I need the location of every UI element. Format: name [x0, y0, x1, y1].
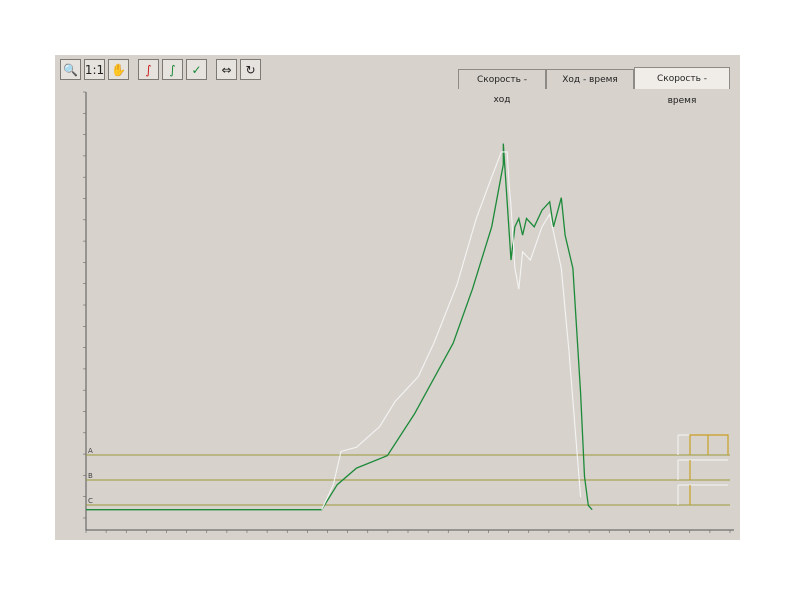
tab-0[interactable]: Скорость - ход	[458, 69, 546, 105]
pulse-markers	[689, 434, 729, 505]
series-white	[321, 151, 582, 510]
curve-check-button[interactable]: ✓	[186, 59, 207, 80]
curve-blue-icon: ∫	[169, 62, 176, 77]
level-marker	[677, 434, 728, 455]
refresh-icon: ↻	[245, 62, 256, 77]
level-label-C: C	[88, 497, 93, 505]
tab-1[interactable]: Ход - время	[546, 69, 634, 89]
scale-1-1-button[interactable]: 1:1	[84, 59, 105, 80]
speed-time-chart: A B C	[83, 91, 734, 533]
axes	[85, 92, 734, 531]
curve-blue-button[interactable]: ∫	[162, 59, 183, 80]
level-marker	[677, 484, 728, 505]
zoom-tool-button[interactable]: 🔍	[60, 59, 81, 80]
curve-red-icon: ∫	[145, 62, 152, 77]
zoom-tool-icon: 🔍	[63, 62, 78, 77]
level-label-A: A	[88, 447, 93, 455]
app-window: 🔍 1:1 ✋ ∫ ∫ ✓ ⇔ ↻ Скорость - ход Ход - время Скор…	[55, 55, 740, 540]
refresh-button[interactable]: ↻	[240, 59, 261, 80]
overlay-button[interactable]: ⇔	[216, 59, 237, 80]
tab-2[interactable]: Скорость - время	[634, 67, 730, 106]
toolbar: 🔍 1:1 ✋ ∫ ∫ ✓ ⇔ ↻	[60, 59, 261, 83]
curve-check-icon: ✓	[191, 62, 202, 77]
scale-1-1-icon: 1:1	[84, 62, 105, 77]
curve-red-button[interactable]: ∫	[138, 59, 159, 80]
level-label-B: B	[88, 472, 93, 480]
overlay-icon: ⇔	[221, 62, 232, 77]
tab-strip: Скорость - ход Ход - время Скорость - врем…	[458, 67, 730, 106]
level-marker	[677, 459, 728, 480]
hand-pan-icon: ✋	[111, 62, 126, 77]
hand-pan-button[interactable]: ✋	[108, 59, 129, 80]
chart-area: A B C	[78, 90, 738, 537]
